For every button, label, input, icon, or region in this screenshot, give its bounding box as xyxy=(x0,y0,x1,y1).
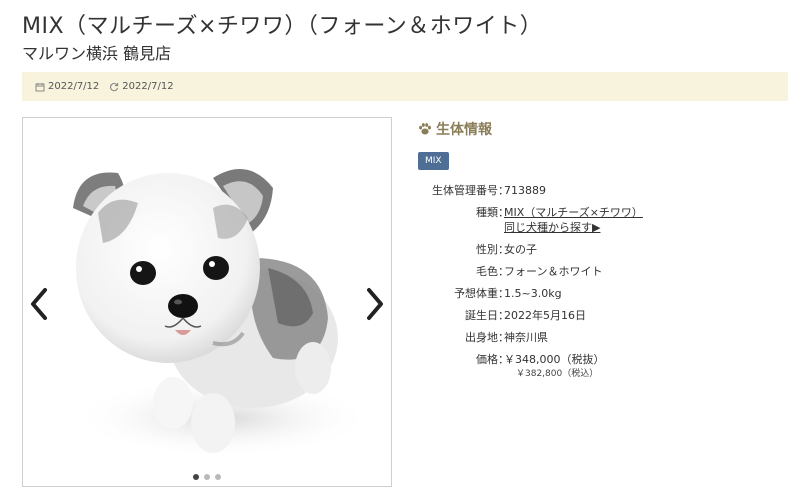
price-value: ￥348,000（税抜） xyxy=(504,353,605,366)
spec-label: 出身地 xyxy=(465,331,498,344)
puppy-photo xyxy=(73,169,373,458)
calendar-icon xyxy=(35,82,45,91)
spec-label: 誕生日 xyxy=(465,309,498,322)
posted-date-text: 2022/7/12 xyxy=(48,81,100,92)
page-title: MIX（マルチーズ×チワワ）（フォーン＆ホワイト） xyxy=(22,14,543,39)
carousel-dots xyxy=(23,474,391,480)
spec-label: 毛色 xyxy=(476,265,498,278)
info-heading-text: 生体情報 xyxy=(436,122,492,138)
date-bar: 2022/7/12 2022/7/12 xyxy=(22,72,788,101)
posted-date: 2022/7/12 xyxy=(35,81,99,92)
spec-label: 価格 xyxy=(476,353,498,366)
same-breed-search-link[interactable]: 同じ犬種から探す▶ xyxy=(504,221,600,234)
carousel-dot[interactable] xyxy=(193,474,199,480)
spec-value: 女の子 xyxy=(504,243,537,256)
price-tax-included: ￥382,800（税込） xyxy=(516,369,599,379)
spec-row-weight: 予想体重： 1.5~3.0kg xyxy=(418,286,778,301)
refresh-icon xyxy=(110,82,119,91)
info-heading: 生体情報 xyxy=(418,119,492,139)
carousel-dot[interactable] xyxy=(204,474,210,480)
spec-label: 予想体重 xyxy=(454,287,498,300)
spec-row-price: 価格： ￥348,000（税抜） ￥382,800（税込） xyxy=(418,352,778,382)
spec-row-id: 生体管理番号： 713889 xyxy=(418,183,778,198)
spec-list: 生体管理番号： 713889 種類： MIX（マルチーズ×チワワ） 同じ犬種から… xyxy=(418,183,778,389)
spec-label: 生体管理番号 xyxy=(432,184,498,197)
carousel-dot[interactable] xyxy=(215,474,221,480)
updated-date: 2022/7/12 xyxy=(109,81,174,92)
spec-value: フォーン＆ホワイト xyxy=(504,265,603,278)
spec-value: 神奈川県 xyxy=(504,331,548,344)
spec-row-birthday: 誕生日： 2022年5月16日 xyxy=(418,308,778,323)
spec-row-origin: 出身地： 神奈川県 xyxy=(418,330,778,345)
next-slide-button[interactable] xyxy=(363,286,387,322)
spec-value: 1.5~3.0kg xyxy=(504,287,562,300)
photo-carousel[interactable] xyxy=(22,117,392,487)
breed-link[interactable]: MIX（マルチーズ×チワワ） xyxy=(504,206,643,219)
paw-icon xyxy=(419,123,431,135)
spec-value: 2022年5月16日 xyxy=(504,309,586,322)
updated-date-text: 2022/7/12 xyxy=(122,81,174,92)
spec-label: 種類 xyxy=(476,206,498,219)
spec-row-sex: 性別： 女の子 xyxy=(418,242,778,257)
store-name: マルワン横浜 鶴見店 xyxy=(22,44,172,63)
prev-slide-button[interactable] xyxy=(27,286,51,322)
spec-row-color: 毛色： フォーン＆ホワイト xyxy=(418,264,778,279)
spec-row-breed: 種類： MIX（マルチーズ×チワワ） 同じ犬種から探す▶ xyxy=(418,205,778,235)
breed-badge: MIX xyxy=(418,152,449,170)
spec-label: 性別 xyxy=(476,243,498,256)
spec-value: 713889 xyxy=(504,184,546,197)
